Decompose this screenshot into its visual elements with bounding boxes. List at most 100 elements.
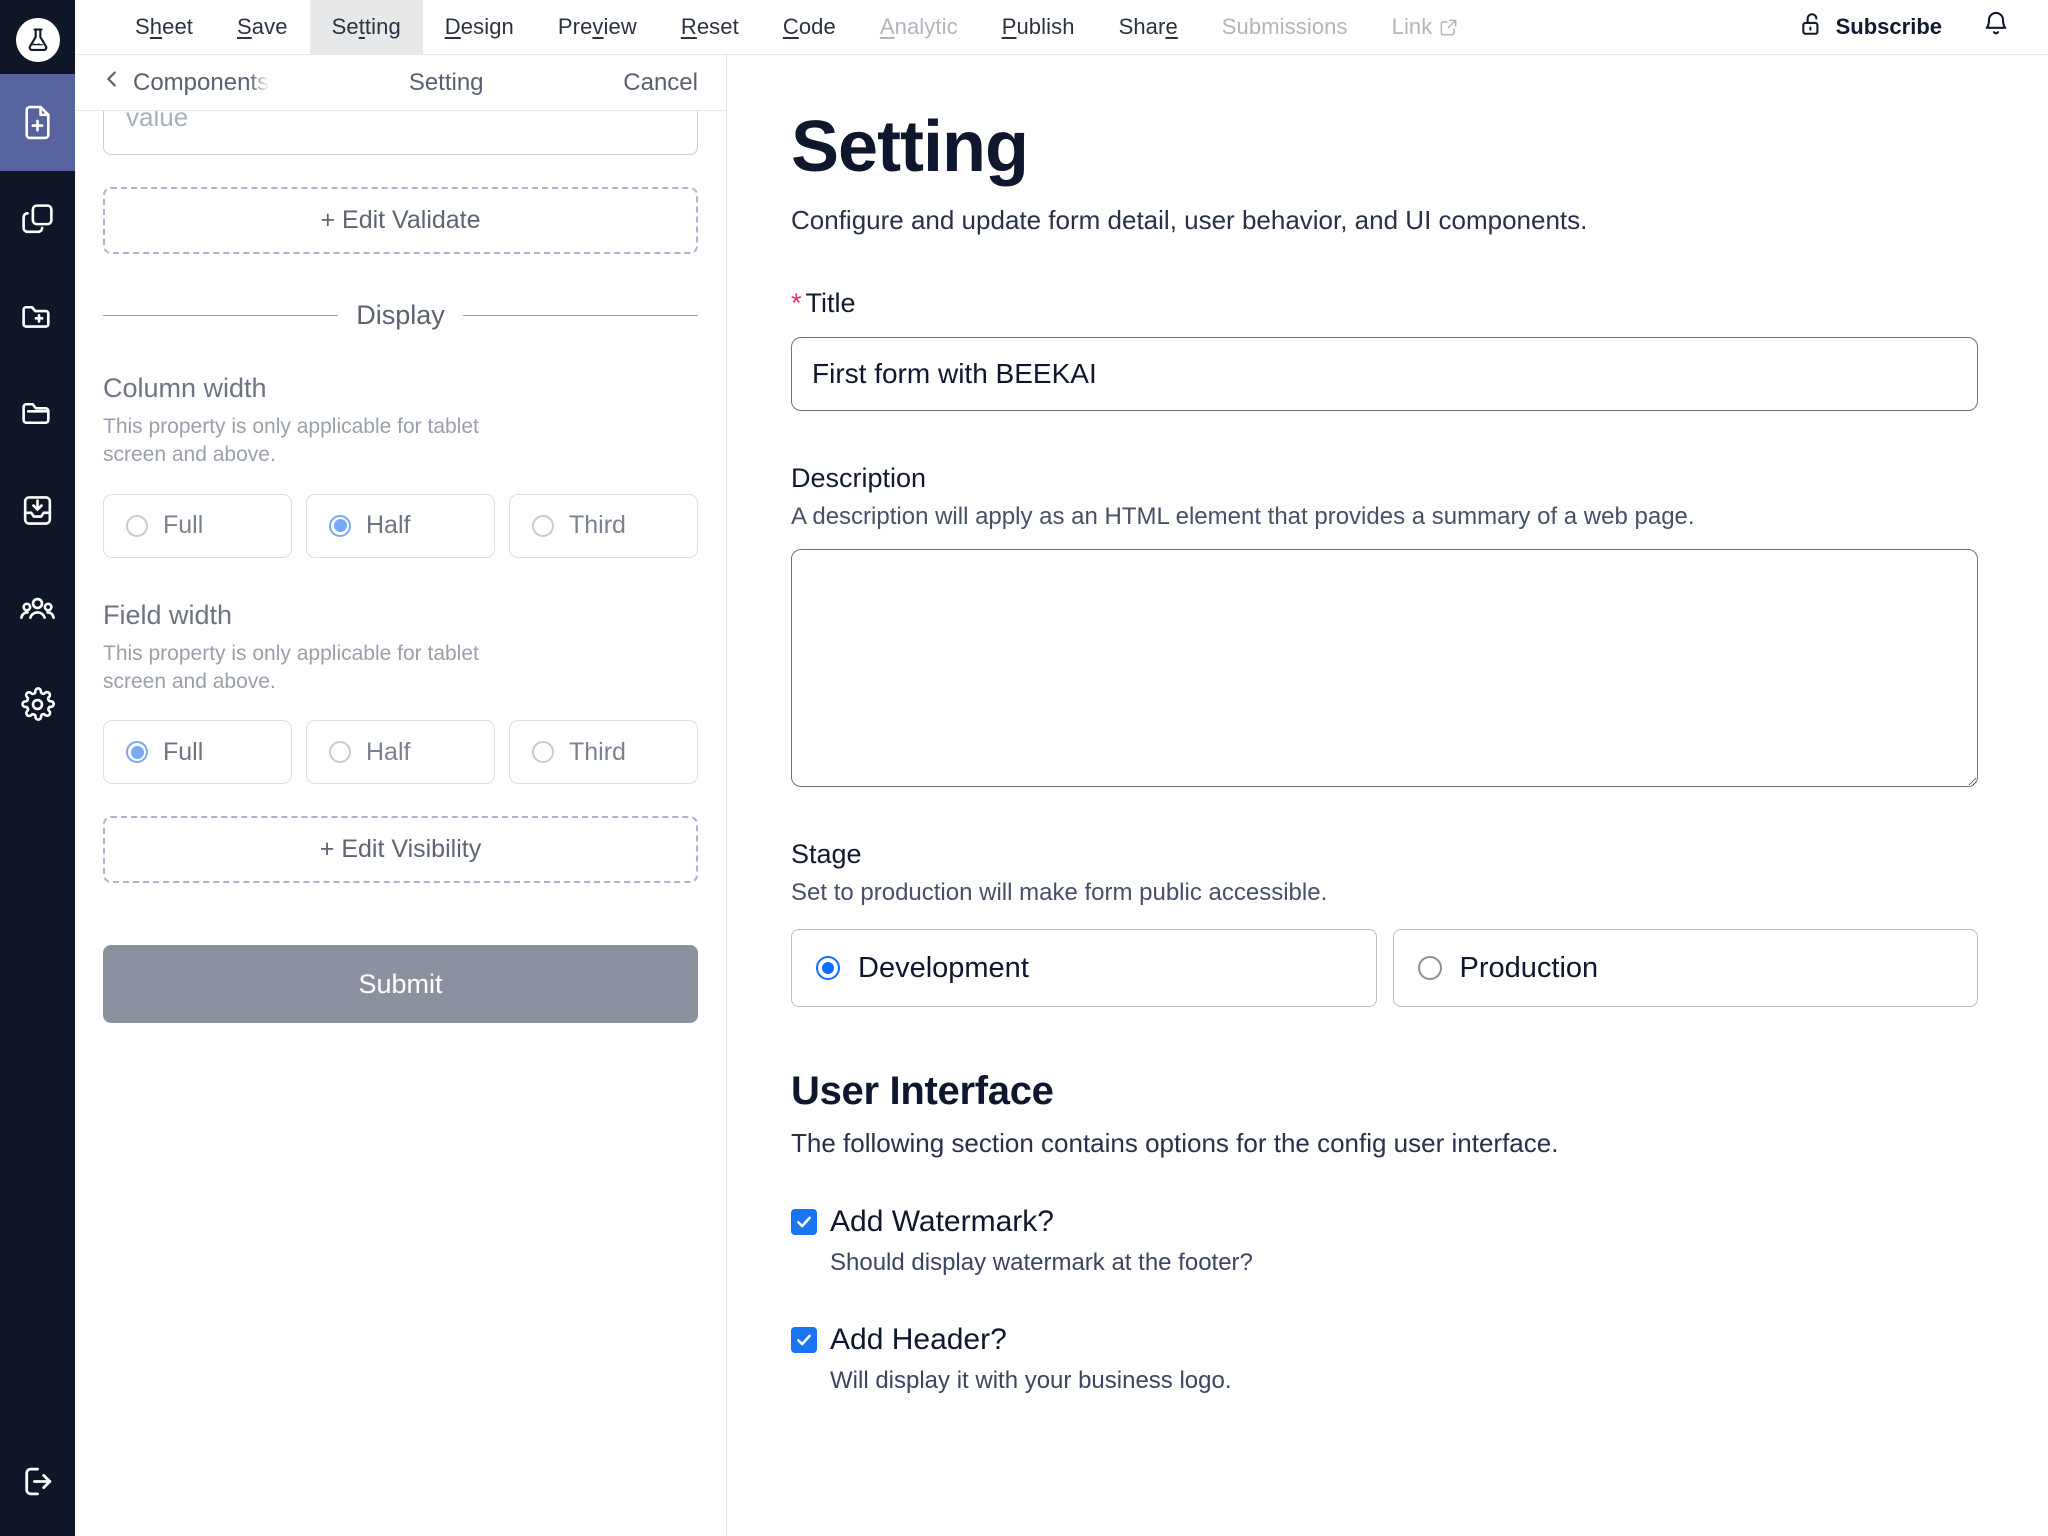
subscribe-label: Subscribe [1835, 14, 1942, 39]
edit-validate-button[interactable]: + Edit Validate [103, 187, 698, 254]
menu-item-submissions: Submissions [1221, 14, 1348, 39]
radio-icon [532, 741, 554, 764]
page-subtitle: Configure and update form detail, user b… [791, 205, 1588, 235]
field-width-option-third[interactable]: Third [509, 720, 698, 785]
column-width-note: This property is only applicable for tab… [103, 415, 479, 467]
file-plus-icon [25, 105, 50, 140]
sidebar-item-new-folder[interactable] [0, 268, 75, 365]
stage-option-production[interactable]: Production [1392, 929, 1978, 1007]
sidebar-item-inbox[interactable] [0, 462, 75, 559]
left-icon-rail [0, 0, 75, 1536]
title-field-group: * Title [791, 288, 1978, 411]
menu-item-setting[interactable]: Se t ting [309, 0, 423, 54]
field-width-title: Field width [103, 599, 233, 630]
value-input-placeholder: value [126, 111, 189, 132]
submit-button[interactable]: Submit [103, 945, 698, 1024]
radio-icon [329, 514, 351, 537]
header-label: Add Header? [830, 1323, 1007, 1356]
radio-icon [126, 741, 148, 764]
watermark-checkbox-row[interactable]: Add Watermark? [791, 1205, 1978, 1239]
sidebar-item-folders[interactable] [0, 365, 75, 462]
panel-content: value + Edit Validate Display Column wid… [75, 111, 726, 1024]
radio-icon [532, 514, 554, 537]
folder-icon [22, 402, 50, 425]
value-input[interactable]: value [103, 111, 698, 155]
display-divider-label: Display [356, 300, 445, 330]
title-label-text: Title [805, 288, 856, 318]
menu-item-design[interactable]: Design [423, 0, 536, 54]
brand-logo[interactable] [0, 6, 75, 74]
sidebar-item-duplicate[interactable] [0, 171, 75, 268]
menu-item-link: Link [1370, 0, 1481, 54]
menu-item-code[interactable]: Code [761, 0, 858, 54]
notifications-button[interactable] [1968, 0, 2024, 54]
radio-icon [816, 956, 840, 980]
required-asterisk: * [791, 288, 802, 318]
column-width-option-half[interactable]: Half [306, 493, 495, 558]
menu-item-link-label: Link [1391, 14, 1433, 39]
description-field-desc: A description will apply as an HTML elem… [791, 503, 1695, 530]
user-interface-heading: User Interface [791, 1069, 1054, 1113]
description-field-label: Description [791, 463, 927, 493]
stage-label: Stage [791, 839, 862, 869]
panel-scroll-area[interactable]: value + Edit Validate Display Column wid… [75, 111, 726, 1536]
header-option: Add Header? Will display it with your bu… [791, 1323, 1978, 1395]
field-width-option-half[interactable]: Half [306, 720, 495, 785]
column-width-title: Column width [103, 373, 267, 403]
description-textarea[interactable] [791, 549, 1978, 787]
app-root: Sh eet Save Se t ting Design Pre v iew Reset … [0, 0, 2048, 1536]
radio-icon [329, 741, 351, 764]
title-input[interactable] [791, 337, 1978, 411]
option-label: Half [366, 511, 411, 540]
option-label: Full [163, 511, 204, 540]
column-width-option-third[interactable]: Third [509, 493, 698, 558]
setting-main-content: Setting Configure and update form detail… [727, 55, 2048, 1536]
watermark-note: Should display watermark at the footer? [830, 1249, 1253, 1276]
topbar-right-actions: Subscribe [1773, 0, 2048, 54]
sidebar-item-logout[interactable] [0, 1426, 75, 1536]
column-width-option-full[interactable]: Full [103, 493, 292, 558]
field-width-option-full[interactable]: Full [103, 720, 292, 785]
stage-field-group: Stage Set to production will make form p… [791, 839, 1978, 1007]
description-field-group: Description A description will apply as … [791, 463, 1978, 787]
radio-icon [126, 514, 148, 537]
inbox-download-icon [23, 496, 52, 525]
watermark-label: Add Watermark? [830, 1205, 1054, 1238]
subscribe-button[interactable]: Subscribe [1773, 0, 1968, 54]
edit-visibility-button[interactable]: + Edit Visibility [103, 816, 698, 884]
option-label: Half [366, 737, 411, 766]
page-title: Setting [791, 107, 1029, 187]
unlock-icon [1799, 11, 1825, 43]
field-width-group: Field width This property is only applic… [103, 600, 698, 785]
menu-item-save[interactable]: Save [215, 0, 310, 54]
radio-icon [1417, 956, 1442, 980]
gear-icon [21, 687, 55, 721]
menu-item-reset[interactable]: Reset [659, 0, 761, 54]
menu-item-analytic: Analytic [879, 14, 958, 39]
sidebar-item-new-form[interactable] [0, 74, 75, 171]
menu-item-preview[interactable]: Pre v iew [536, 0, 659, 54]
option-label: Full [163, 737, 204, 766]
stage-option-development[interactable]: Development [791, 929, 1377, 1007]
watermark-option: Add Watermark? Should display watermark … [791, 1205, 1978, 1277]
sidebar-item-settings[interactable] [0, 656, 75, 753]
option-label: Production [1459, 951, 1599, 984]
sidebar-item-team[interactable] [0, 559, 75, 656]
checkbox-checked-icon [791, 1209, 817, 1235]
panel-cancel-button[interactable]: Cancel [623, 69, 698, 97]
back-to-components-button[interactable]: Components [101, 68, 269, 97]
back-label: Components [133, 68, 270, 96]
column-width-group: Column width This property is only appli… [103, 373, 698, 558]
menu-item-share[interactable]: Shar e [1097, 0, 1200, 54]
display-section-divider: Display [103, 300, 698, 331]
stage-options: Development Production [791, 929, 1978, 1007]
body-split: Components Setting Cancel value + Edit V… [75, 55, 2048, 1536]
external-link-icon [1439, 18, 1458, 37]
menu-item-sheet[interactable]: Sh eet [113, 0, 215, 54]
header-checkbox-row[interactable]: Add Header? [791, 1323, 1978, 1357]
column-width-options: Full Half Third [103, 493, 698, 558]
option-label: Third [569, 737, 626, 766]
menu-item-publish[interactable]: Publish [980, 0, 1097, 54]
user-interface-desc: The following section contains options f… [791, 1128, 1559, 1158]
